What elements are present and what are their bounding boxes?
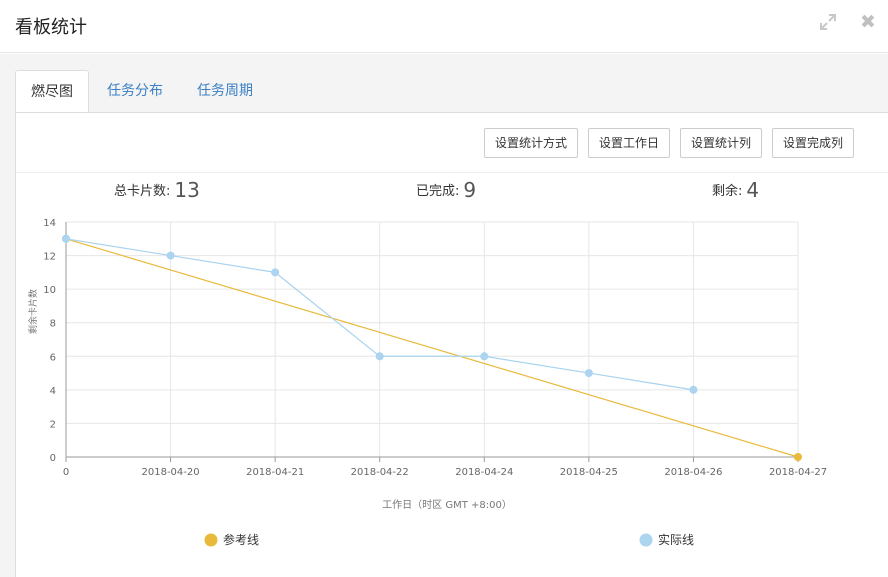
actual-series-point (166, 251, 175, 260)
actual-legend-label: 实际线 (658, 532, 694, 547)
x-tick-label: 2018-04-24 (455, 467, 513, 478)
x-tick-label: 2018-04-21 (246, 467, 304, 478)
x-tick-label: 2018-04-27 (769, 467, 827, 478)
y-tick-label: 2 (50, 419, 56, 430)
y-tick-label: 10 (43, 285, 56, 296)
y-axis-label: 剩余卡片数 (27, 289, 39, 334)
actual-legend-marker (639, 533, 653, 547)
x-tick-label: 2018-04-25 (560, 467, 618, 478)
y-tick-label: 4 (50, 386, 56, 397)
actual-series-point (480, 352, 489, 361)
actual-series-point (375, 352, 384, 361)
y-tick-label: 12 (43, 252, 56, 263)
x-tick-label: 0 (63, 467, 69, 478)
reference-legend-label: 参考线 (223, 532, 259, 547)
burndown-chart: 0 2 4 6 8 10 12 14 0 2018-04-20 2018-04-21 2018-04-… (27, 218, 827, 547)
x-tick-label: 2018-04-22 (351, 467, 409, 478)
x-axis-label: 工作日（时区 GMT +8:00） (382, 499, 512, 511)
actual-series-point (689, 385, 698, 394)
actual-series-point (62, 234, 70, 243)
actual-series-point (271, 268, 280, 277)
x-tick-label: 2018-04-26 (664, 467, 722, 478)
reference-legend-marker (204, 533, 218, 547)
y-tick-label: 0 (50, 453, 56, 464)
reference-series-line (65, 238, 799, 458)
reference-series-point (794, 453, 802, 461)
y-tick-label: 8 (50, 319, 56, 330)
actual-series-point (584, 369, 593, 378)
y-tick-label: 14 (43, 218, 56, 229)
y-tick-label: 6 (50, 352, 56, 363)
x-tick-label: 2018-04-20 (142, 467, 200, 478)
